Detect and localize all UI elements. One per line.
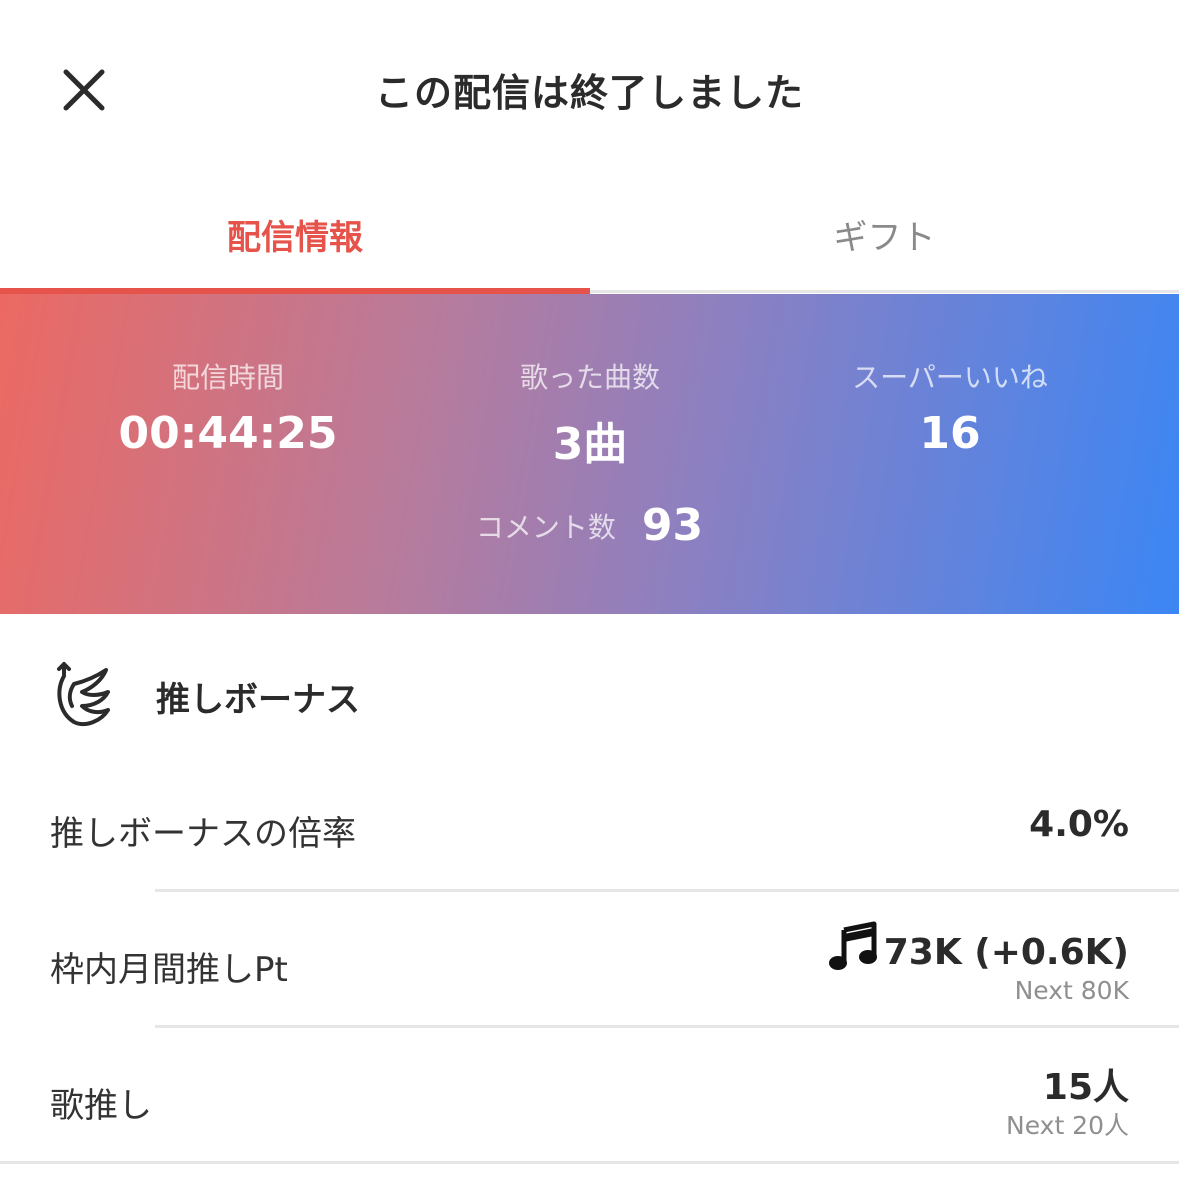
section-bottom-divider <box>0 1161 1179 1164</box>
stat-duration-label: 配信時間 <box>171 361 284 394</box>
monthly-points-value-wrap: 73K (+0.6K) <box>828 920 1129 973</box>
bonus-section-title: 推しボーナス <box>156 679 360 720</box>
song-fans-value: 15人 <box>1042 1067 1129 1108</box>
stat-comments: コメント数 93 <box>0 500 1179 551</box>
stat-super-likes-label: スーパーいいね <box>852 361 1048 394</box>
wing-icon <box>57 662 110 727</box>
music-note-icon <box>828 921 877 970</box>
bonus-row-multiplier: 推しボーナスの倍率 4.0% <box>0 800 1179 890</box>
tab-bar: 配信情報 ギフト <box>0 180 1179 294</box>
stat-duration-value: 00:44:25 <box>118 408 338 459</box>
monthly-points-value: 73K (+0.6K) <box>883 932 1129 973</box>
bonus-row-monthly-points: 枠内月間推しPt 73K (+0.6K) Next 80K <box>0 892 1179 1026</box>
header: この配信は終了しました <box>0 0 1179 180</box>
multiplier-label: 推しボーナスの倍率 <box>50 814 356 854</box>
song-fans-next: Next 20人 <box>1006 1111 1129 1140</box>
stat-songs-label: 歌った曲数 <box>519 361 660 394</box>
stat-super-likes: スーパーいいね 16 <box>770 356 1130 459</box>
song-fans-label: 歌推し <box>50 1086 152 1126</box>
tab-stream-info[interactable]: 配信情報 <box>0 180 590 288</box>
stat-songs: 歌った曲数 3曲 <box>410 356 770 472</box>
tab-gift[interactable]: ギフト <box>590 180 1179 288</box>
stat-duration: 配信時間 00:44:25 <box>48 356 408 459</box>
tab-divider <box>590 290 1179 293</box>
page-title: この配信は終了しました <box>374 71 804 115</box>
monthly-points-label: 枠内月間推しPt <box>50 950 288 990</box>
stat-songs-value: 3曲 <box>552 419 628 470</box>
multiplier-value: 4.0% <box>1029 804 1129 845</box>
bonus-section-header: 推しボーナス <box>50 660 360 732</box>
stat-comments-label: コメント数 <box>475 510 616 544</box>
stats-panel: 配信時間 00:44:25 歌った曲数 3曲 スーパーいいね 16 コメント数 … <box>0 294 1179 614</box>
stat-super-likes-value: 16 <box>919 408 981 459</box>
bonus-row-song-fans: 歌推し 15人 Next 20人 <box>0 1028 1179 1162</box>
stat-comments-value: 93 <box>641 500 704 551</box>
monthly-points-next: Next 80K <box>1014 976 1129 1005</box>
